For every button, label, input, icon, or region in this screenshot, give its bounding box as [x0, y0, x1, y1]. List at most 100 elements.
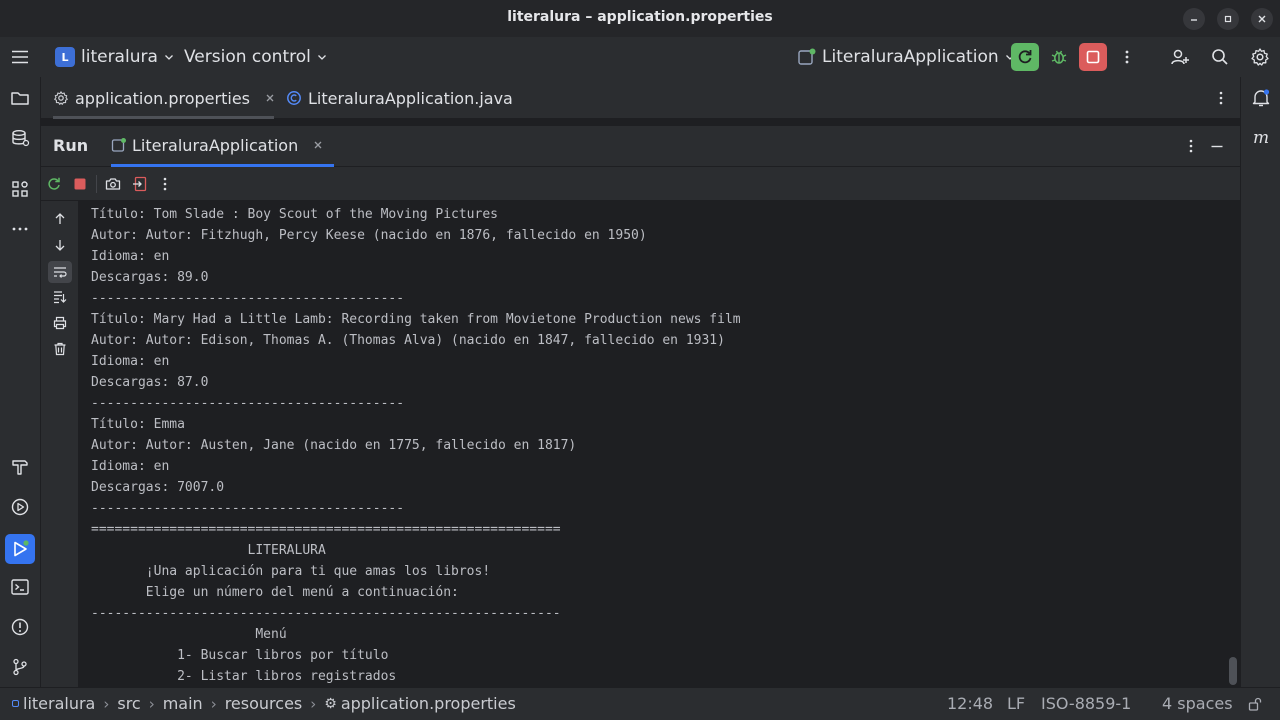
close-tab-icon[interactable] [264, 92, 276, 104]
tab-label: LiteraluraApplication.java [308, 88, 513, 108]
scroll-up-button[interactable] [51, 210, 69, 228]
breadcrumb-label: src [117, 694, 141, 713]
console-output[interactable]: Título: Tom Slade : Boy Scout of the Mov… [79, 201, 1228, 687]
git-branch-icon [13, 658, 27, 676]
close-window-button[interactable] [1251, 8, 1273, 30]
console-line: ---------------------------------------- [91, 501, 405, 516]
chevron-right-icon: › [103, 694, 110, 713]
editor-tabs: application.properties LiteraluraApplica… [41, 77, 1240, 119]
right-tool-strip: m [1240, 77, 1280, 687]
dump-threads-button[interactable] [104, 175, 122, 193]
stop-button[interactable] [1079, 43, 1107, 71]
services-run-tool-button[interactable] [8, 495, 32, 519]
notifications-button[interactable] [1249, 86, 1273, 110]
window-title: literalura – application.properties [507, 9, 773, 25]
version-control-menu[interactable]: Version control [184, 37, 328, 77]
main-menu-button[interactable] [9, 37, 31, 77]
add-user-icon [1171, 49, 1189, 65]
project-selector[interactable]: L literalura [55, 37, 175, 77]
console-line: 1- Buscar libros por título [91, 648, 389, 663]
breadcrumb-item[interactable]: resources [225, 694, 303, 713]
more-tools-button[interactable] [8, 217, 32, 241]
console-line: ========================================… [91, 522, 561, 537]
console-line: Elige un número del menú a continuación: [91, 585, 459, 600]
chevron-down-icon [317, 55, 326, 60]
more-vertical-icon [1189, 139, 1193, 153]
project-name: literalura [81, 47, 158, 67]
run-configuration-selector[interactable]: LiteraluraApplication [797, 37, 1016, 77]
more-actions-button[interactable] [1113, 43, 1141, 71]
debug-button[interactable] [1045, 43, 1073, 71]
console-line: Título: Mary Had a Little Lamb: Recordin… [91, 312, 741, 327]
tab-application-properties[interactable]: application.properties [53, 77, 276, 119]
console-line: Título: Emma [91, 417, 185, 432]
breadcrumb-item[interactable]: literalura [12, 694, 95, 713]
stop-action-button[interactable] [71, 175, 89, 193]
file-encoding[interactable]: ISO-8859-1 [1041, 694, 1131, 713]
indent-setting[interactable]: 4 spaces [1162, 694, 1233, 713]
tab-label: application.properties [75, 88, 250, 108]
terminal-tool-button[interactable] [8, 575, 32, 599]
rerun-button[interactable] [1011, 43, 1039, 71]
run-more-actions-button[interactable] [156, 175, 174, 193]
application-config-icon [111, 138, 126, 152]
more-vertical-icon [1125, 50, 1129, 64]
main-toolbar: L literalura Version control LiteraluraA… [0, 37, 1280, 77]
build-tool-button[interactable] [8, 455, 32, 479]
breadcrumb-item[interactable]: src [117, 694, 140, 713]
breadcrumb-item[interactable]: main [163, 694, 203, 713]
structure-tool-button[interactable] [8, 177, 32, 201]
maven-tool-button[interactable]: m [1249, 126, 1273, 150]
terminal-icon [11, 579, 29, 595]
hide-run-window-button[interactable] [1209, 138, 1225, 154]
run-icon [14, 540, 29, 557]
more-horizontal-icon [12, 227, 28, 231]
gear-icon: ⚙ [324, 695, 337, 712]
bell-icon [1252, 89, 1270, 107]
scroll-down-button[interactable] [51, 236, 69, 254]
services-tool-button[interactable] [8, 126, 32, 150]
exit-button[interactable] [131, 175, 149, 193]
settings-button[interactable] [1246, 43, 1274, 71]
run-config-name: LiteraluraApplication [822, 47, 999, 67]
scroll-to-end-icon [54, 291, 67, 304]
run-tool-button[interactable] [5, 534, 35, 564]
java-class-icon [287, 91, 301, 105]
clear-console-button[interactable] [51, 340, 69, 358]
module-icon [12, 700, 19, 707]
run-window-options-button[interactable] [1183, 138, 1199, 154]
close-icon [1258, 15, 1266, 23]
editor-area [41, 119, 1240, 126]
problems-tool-button[interactable] [8, 615, 32, 639]
run-tab-literalura-application[interactable]: LiteraluraApplication [111, 126, 335, 167]
scroll-to-end-button[interactable] [51, 288, 69, 306]
rerun-action-button[interactable] [45, 175, 63, 193]
search-everywhere-button[interactable] [1206, 43, 1234, 71]
read-only-toggle[interactable] [1248, 697, 1262, 711]
folder-icon [11, 92, 29, 105]
console-line: Idioma: en [91, 459, 170, 474]
print-button[interactable] [51, 314, 69, 332]
console-scrollbar[interactable] [1229, 657, 1237, 685]
editor-tab-actions-button[interactable] [1211, 77, 1231, 119]
database-icon [12, 130, 30, 147]
git-tool-button[interactable] [8, 655, 32, 679]
line-separator[interactable]: LF [1007, 694, 1025, 713]
trash-icon [54, 342, 66, 356]
soft-wrap-icon [54, 267, 67, 278]
project-tool-button[interactable] [8, 86, 32, 110]
code-with-me-button[interactable] [1166, 43, 1194, 71]
project-badge: L [55, 47, 75, 67]
arrow-down-icon [55, 240, 65, 251]
exit-icon [133, 176, 147, 192]
console-line: LITERALURA [91, 543, 326, 558]
close-tab-icon[interactable] [312, 139, 324, 151]
unlock-icon [1248, 697, 1262, 711]
soft-wrap-button[interactable] [48, 261, 72, 283]
tab-literalura-application-java[interactable]: LiteraluraApplication.java [286, 77, 513, 119]
maximize-button[interactable] [1217, 8, 1239, 30]
run-window-title: Run [53, 136, 89, 155]
minimize-button[interactable] [1183, 8, 1205, 30]
caret-position[interactable]: 12:48 [947, 694, 993, 713]
breadcrumb-item[interactable]: ⚙ application.properties [324, 694, 516, 713]
